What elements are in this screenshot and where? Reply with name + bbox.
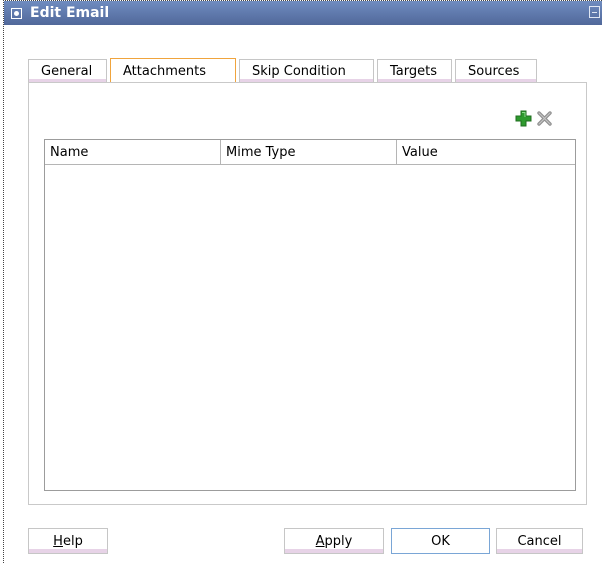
attachments-table[interactable]: Name Mime Type Value [44,139,576,491]
help-mnemonic: H [53,533,63,549]
apply-button[interactable]: Apply [284,528,384,554]
cancel-button[interactable]: Cancel [496,528,583,554]
ok-button[interactable]: OK [391,528,490,554]
dialog-title-bar[interactable]: Edit Email [4,1,602,25]
column-header-name[interactable]: Name [45,140,221,164]
table-body[interactable] [45,165,575,490]
tab-skip-condition[interactable]: Skip Condition [239,59,374,83]
window-menu-icon[interactable] [11,7,22,19]
delete-x-icon[interactable] [537,111,552,126]
tab-sources[interactable]: Sources [455,59,537,83]
tab-strip: General Attachments Skip Condition Targe… [28,58,540,84]
dialog-title: Edit Email [30,5,110,21]
dialog-left-border [3,0,4,563]
help-button[interactable]: Help [28,528,108,554]
table-header: Name Mime Type Value [45,140,575,165]
apply-label-rest: pply [324,533,353,549]
apply-mnemonic: A [315,533,325,549]
column-header-mime-type[interactable]: Mime Type [221,140,397,164]
tab-general[interactable]: General [28,59,107,83]
help-label-rest: elp [62,533,83,549]
restore-window-icon[interactable] [589,6,600,18]
tab-targets[interactable]: Targets [377,59,452,83]
column-header-value[interactable]: Value [397,140,575,164]
tab-attachments[interactable]: Attachments [110,58,236,84]
plus-icon[interactable] [515,110,532,127]
